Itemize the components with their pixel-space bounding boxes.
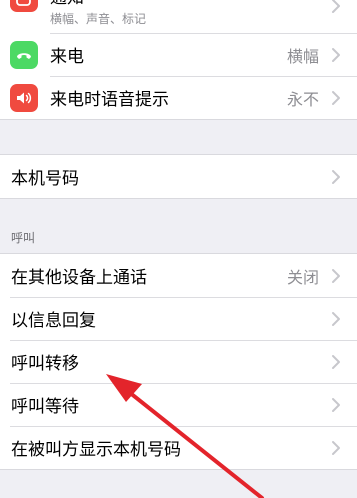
phone-icon bbox=[10, 40, 38, 69]
notifications-subtitle: 横幅、声音、标记 bbox=[50, 12, 147, 26]
my-number-label: 本机号码 bbox=[11, 169, 79, 189]
chevron-right-icon bbox=[332, 354, 340, 369]
chevron-right-icon bbox=[332, 169, 340, 184]
respond-with-text-label: 以信息回复 bbox=[11, 311, 96, 331]
chevron-right-icon bbox=[332, 47, 340, 62]
chevron-right-icon bbox=[332, 397, 340, 412]
calls-section-header: 呼叫 bbox=[11, 231, 36, 245]
announce-calls-label: 来电时语音提示 bbox=[50, 90, 169, 110]
call-waiting-row[interactable]: 呼叫等待 bbox=[0, 383, 357, 426]
announce-calls-row[interactable]: 来电时语音提示 永不 bbox=[0, 76, 357, 119]
calls-on-other-devices-value: 关闭 bbox=[286, 267, 319, 287]
call-forwarding-label: 呼叫转移 bbox=[11, 354, 79, 374]
chevron-right-icon bbox=[332, 268, 340, 283]
calls-group: 在其他设备上通话 关闭 以信息回复 呼叫转移 呼叫等待 在被叫方显示本机号码 bbox=[0, 253, 357, 470]
phone-settings-page: 通知 横幅、声音、标记 来电 横幅 bbox=[0, 0, 357, 498]
calls-on-other-devices-row[interactable]: 在其他设备上通话 关闭 bbox=[0, 254, 357, 297]
chevron-right-icon bbox=[332, 440, 340, 455]
my-number-group: 本机号码 bbox=[0, 154, 357, 199]
speaker-icon bbox=[10, 83, 38, 112]
chevron-right-icon bbox=[332, 311, 340, 326]
incoming-call-label: 来电 bbox=[50, 47, 84, 67]
incoming-call-row[interactable]: 来电 横幅 bbox=[0, 33, 357, 76]
show-caller-id-row[interactable]: 在被叫方显示本机号码 bbox=[0, 426, 357, 469]
announce-calls-value: 永不 bbox=[286, 89, 319, 109]
notifications-icon bbox=[10, 0, 38, 12]
respond-with-text-row[interactable]: 以信息回复 bbox=[0, 297, 357, 340]
notifications-label: 通知 bbox=[50, 0, 331, 8]
alerts-group: 通知 横幅、声音、标记 来电 横幅 bbox=[0, 0, 357, 120]
my-number-row[interactable]: 本机号码 bbox=[0, 155, 357, 198]
notifications-row[interactable]: 通知 横幅、声音、标记 bbox=[0, 0, 357, 33]
calls-on-other-devices-label: 在其他设备上通话 bbox=[11, 268, 147, 288]
chevron-right-icon bbox=[332, 0, 340, 13]
show-caller-id-label: 在被叫方显示本机号码 bbox=[11, 440, 181, 460]
incoming-call-value: 横幅 bbox=[286, 46, 319, 66]
chevron-right-icon bbox=[332, 90, 340, 105]
call-waiting-label: 呼叫等待 bbox=[11, 397, 79, 417]
call-forwarding-row[interactable]: 呼叫转移 bbox=[0, 340, 357, 383]
